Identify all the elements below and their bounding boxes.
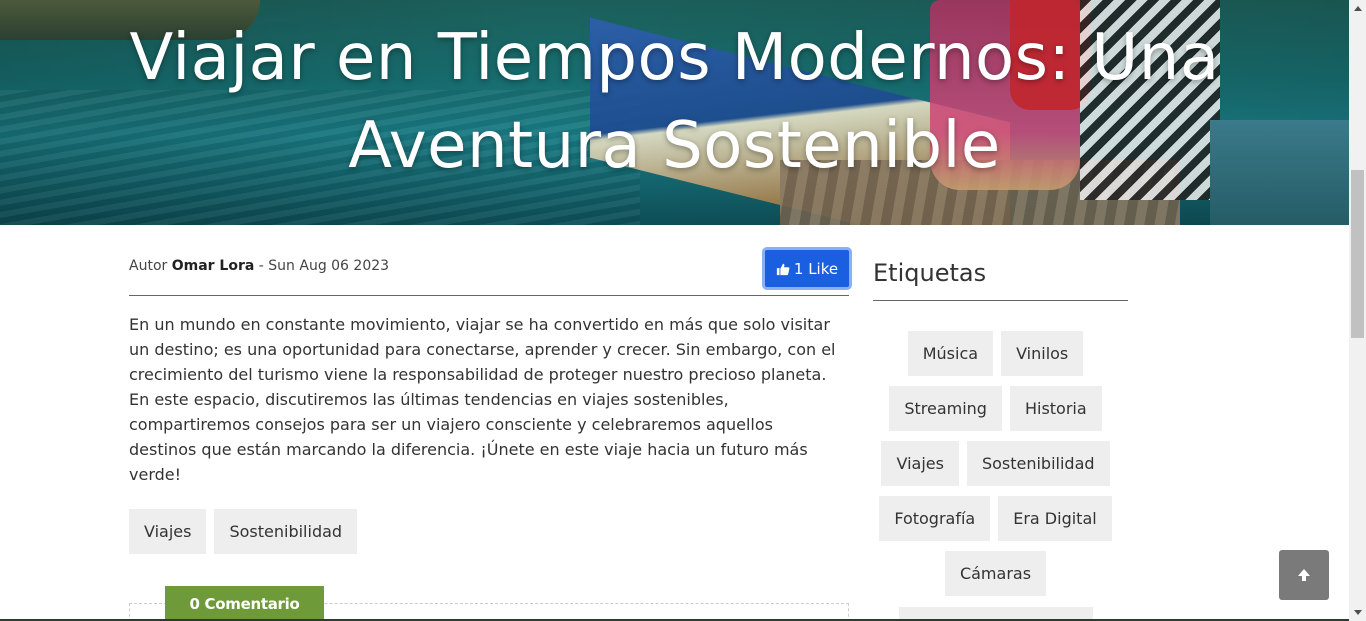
back-to-top-button[interactable] <box>1279 550 1329 600</box>
sidebar-tag[interactable]: Cámaras <box>944 551 1047 596</box>
chevron-up-icon <box>1353 6 1362 11</box>
author-name: Omar Lora <box>171 258 255 274</box>
tag-row: Fotografía Era Digital <box>873 496 1118 541</box>
sidebar-tag[interactable]: Streaming <box>889 386 1002 431</box>
tag-row: Viajes Sostenibilidad <box>873 441 1118 486</box>
scroll-down-arrow[interactable] <box>1349 604 1366 621</box>
scrollbar-thumb[interactable] <box>1351 170 1364 338</box>
post-tag[interactable]: Viajes <box>129 509 207 554</box>
scroll-up-arrow[interactable] <box>1349 0 1366 17</box>
post-date: Sun Aug 06 2023 <box>268 258 390 274</box>
tag-row: Streaming Historia <box>873 386 1118 431</box>
page-title: Viajar en Tiempos Modernos: Una Aventura… <box>129 21 1220 183</box>
arrow-up-icon <box>1298 569 1310 581</box>
sidebar-tag[interactable]: Música <box>907 331 994 376</box>
like-button[interactable]: 1 Like <box>762 247 852 290</box>
sidebar-title: Etiquetas <box>873 259 987 287</box>
sidebar-tag-cloud: Música Vinilos Streaming Historia Viajes… <box>873 331 1118 606</box>
sidebar-tag[interactable]: Vinilos <box>1001 331 1084 376</box>
sidebar-tag[interactable]: Viajes <box>881 441 959 486</box>
sidebar-tag[interactable]: Historia <box>1009 386 1102 431</box>
meta-divider <box>129 295 849 296</box>
like-label: 1 Like <box>793 259 839 278</box>
sidebar-divider <box>873 300 1128 301</box>
author-prefix: Autor <box>129 258 168 274</box>
tag-row: Música Vinilos <box>873 331 1118 376</box>
date-separator: - <box>254 258 269 274</box>
chevron-down-icon <box>1353 610 1362 615</box>
page-scrollbar[interactable] <box>1349 0 1366 621</box>
tag-row: Cámaras <box>873 551 1118 596</box>
post-meta: Autor Omar Lora - Sun Aug 06 2023 <box>129 258 389 274</box>
sidebar-tag[interactable]: Era Digital <box>998 496 1112 541</box>
article-body: En un mundo en constante movimiento, via… <box>129 315 836 484</box>
sidebar-tag[interactable]: Fotografía <box>879 496 991 541</box>
post-tag[interactable]: Sostenibilidad <box>214 509 358 554</box>
thumbs-up-icon <box>776 263 790 275</box>
sidebar-tag[interactable]: Sostenibilidad <box>966 441 1110 486</box>
hero-banner: Viajar en Tiempos Modernos: Una Aventura… <box>0 0 1349 225</box>
post-tags: Viajes Sostenibilidad <box>129 509 358 554</box>
comments-tab[interactable]: 0 Comentario <box>165 586 324 621</box>
